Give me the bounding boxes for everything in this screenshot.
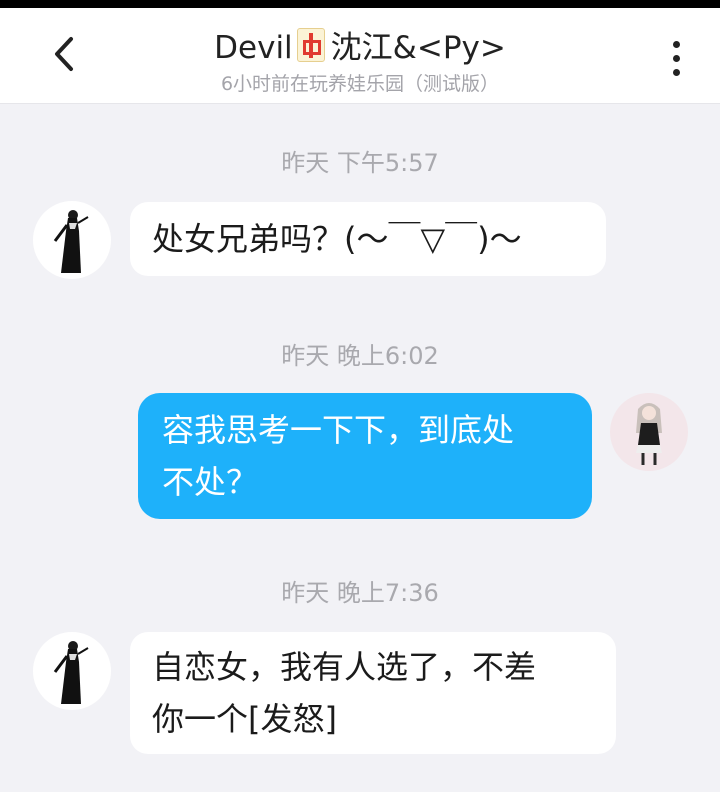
- mahjong-zhong-tile-icon: [296, 28, 325, 62]
- status-bar: [0, 0, 720, 8]
- message-text-line: 自恋女，我有人选了，不差: [152, 648, 537, 686]
- my-avatar-figure: [636, 403, 662, 465]
- my-avatar[interactable]: [610, 393, 688, 471]
- more-dot: [672, 68, 680, 76]
- contact-avatar-figure: [53, 641, 89, 704]
- title-name-right: 沈江&<Py>: [330, 30, 506, 66]
- title-name-left: Devil: [214, 30, 293, 66]
- contact-avatar-figure: [53, 210, 89, 273]
- message-timestamp: 昨天 晚上7:36: [281, 579, 439, 607]
- message-text-line: 不处？: [162, 463, 259, 501]
- contact-avatar[interactable]: [33, 201, 111, 279]
- message-text-line: 你一个[发怒]: [152, 700, 337, 738]
- message-bubble-incoming[interactable]: 自恋女，我有人选了，不差 你一个[发怒]: [130, 632, 616, 754]
- chat-title[interactable]: Devil 沈江&<Py>: [0, 22, 720, 67]
- contact-avatar[interactable]: [33, 632, 111, 710]
- message-timestamp: 昨天 下午5:57: [281, 149, 439, 177]
- chat-subtitle: 6小时前在玩养娃乐园（测试版）: [220, 73, 500, 95]
- message-text: 处女兄弟吗？(～￣▽￣)～: [152, 220, 522, 258]
- chat-header: Devil 沈江&<Py> 6小时前在玩养娃乐园（测试版）: [0, 8, 720, 104]
- more-options-button[interactable]: [660, 34, 692, 82]
- message-timestamp: 昨天 晚上6:02: [281, 342, 439, 370]
- message-bubble-incoming[interactable]: 处女兄弟吗？(～￣▽￣)～: [130, 202, 606, 276]
- more-dot: [672, 40, 680, 48]
- more-dot: [672, 54, 680, 62]
- message-text-line: 容我思考一下下，到底处: [162, 411, 515, 449]
- message-bubble-outgoing[interactable]: 容我思考一下下，到底处 不处？: [138, 393, 592, 519]
